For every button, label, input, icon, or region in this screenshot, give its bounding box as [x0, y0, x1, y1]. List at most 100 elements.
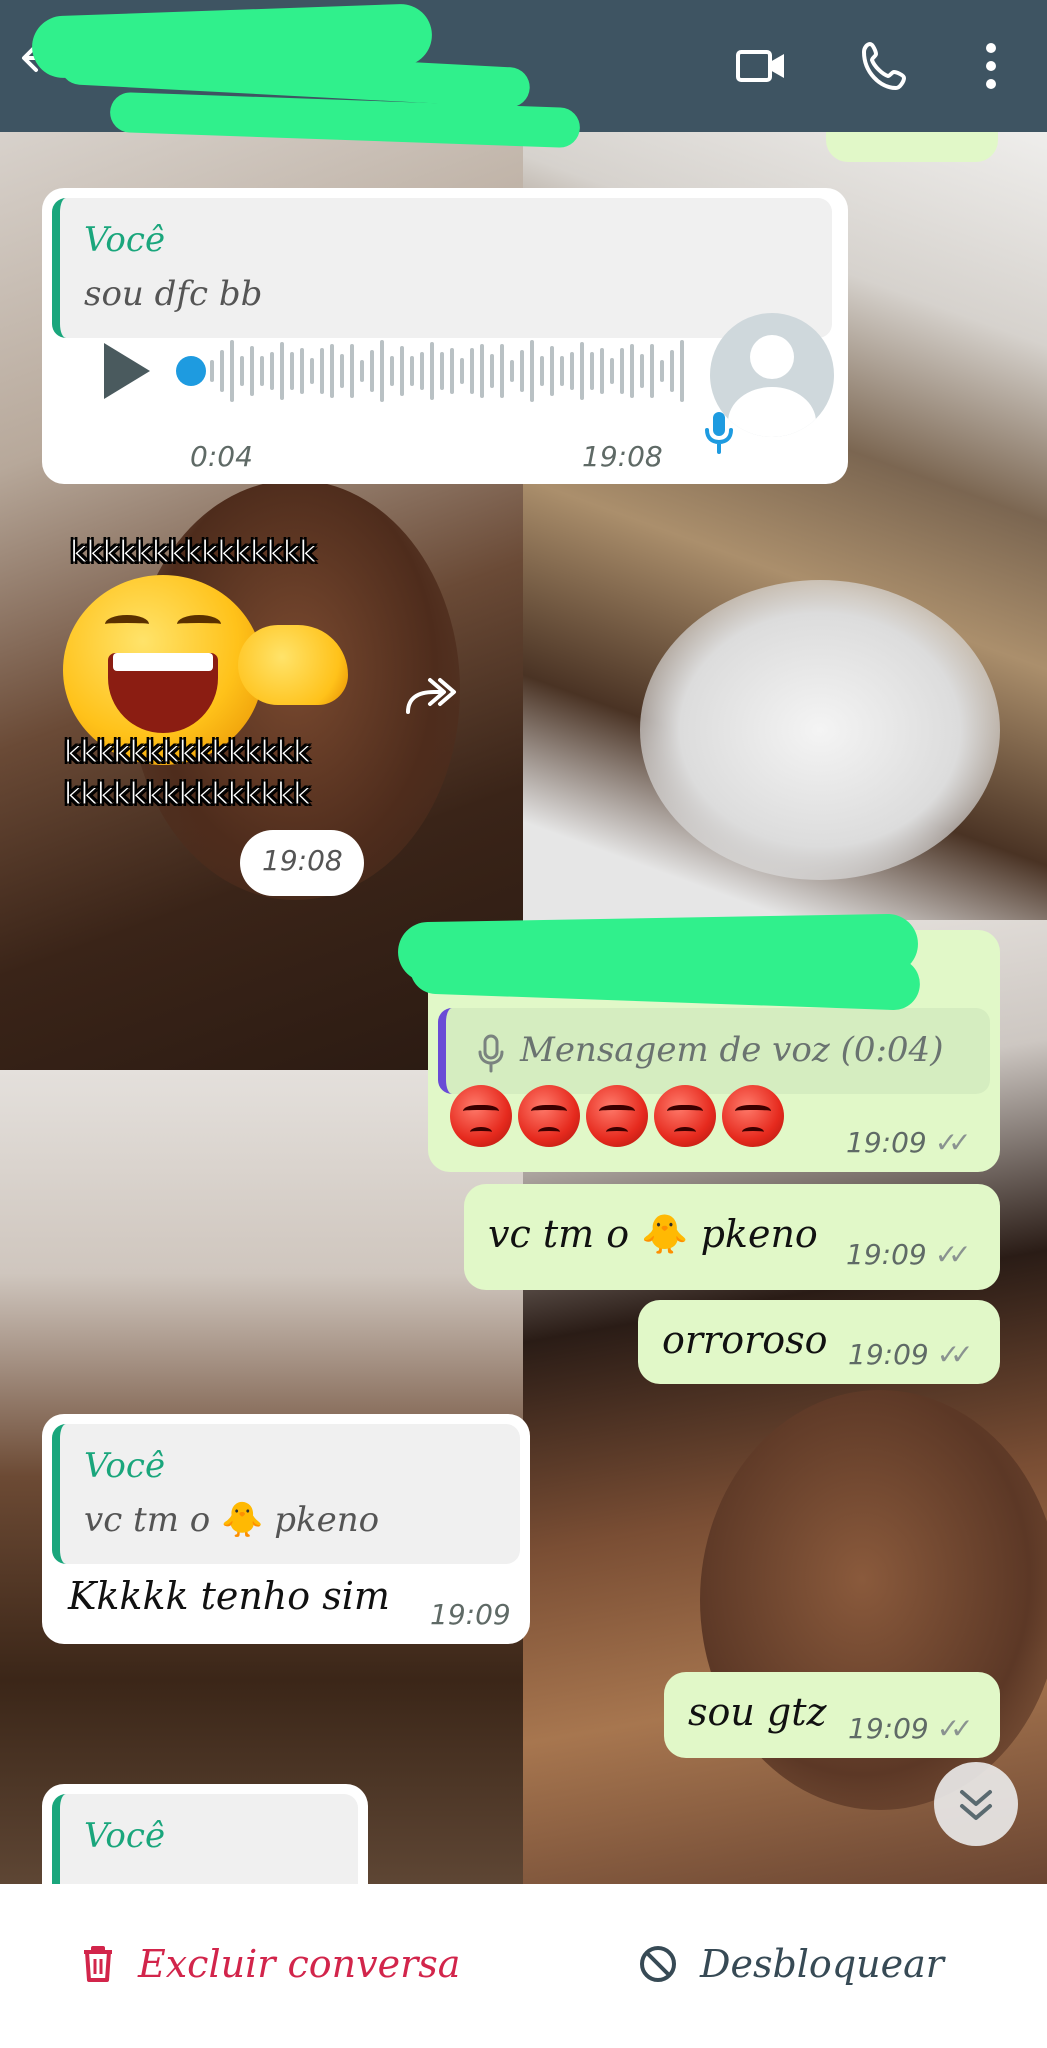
play-icon[interactable] [104, 343, 150, 399]
message-time-text: 19:09 [846, 1126, 927, 1159]
quote-text-part: pkeno [274, 1500, 380, 1540]
waveform-bar [250, 346, 254, 396]
message-bubble-outgoing[interactable]: vc tm o 🐥 pkeno 19:09 ✓✓ [464, 1184, 1000, 1290]
phone-call-icon[interactable] [858, 38, 914, 94]
message-text-part: pkeno [700, 1212, 818, 1256]
waveform-bar [210, 360, 214, 382]
waveform-bar [470, 348, 474, 394]
sticker-text: kkkkkkkkkkkkkkk [64, 735, 312, 771]
delete-chat-button[interactable]: Excluir conversa [80, 1924, 460, 2004]
microphone-icon [476, 1030, 506, 1074]
double-chevron-down-icon [960, 1790, 992, 1820]
message-text: Kkkkk tenho sim [68, 1574, 390, 1618]
message-bubble-outgoing[interactable]: sou gtz 19:09 ✓✓ [664, 1672, 1000, 1758]
waveform-bar [290, 352, 294, 390]
waveform-bar [370, 350, 374, 392]
waveform-bar [400, 346, 404, 396]
quote-author: Você [84, 1446, 166, 1486]
waveform-bar [240, 356, 244, 386]
message-bubble-incoming[interactable]: Você vc tm o 🐥 pkeno Kkkkk tenho sim 19:… [42, 1414, 530, 1644]
more-options-icon[interactable] [966, 38, 1016, 94]
message-time: 19:09 ✓✓ [848, 1712, 974, 1745]
chick-icon: 🐥 [641, 1212, 689, 1256]
waveform-bar [350, 344, 354, 398]
waveform-bar [270, 352, 274, 390]
waveform-bar [600, 348, 604, 394]
message-time-text: 19:09 [848, 1712, 929, 1745]
read-receipt-icon: ✓✓ [934, 1126, 972, 1159]
angry-face-icon [518, 1085, 580, 1147]
waveform-bar [490, 354, 494, 388]
chat-header [0, 0, 1047, 149]
video-call-icon[interactable] [734, 38, 790, 94]
message-bubble-incoming[interactable]: Você sou dfc bb 0:04 19:08 [42, 188, 848, 484]
waveform-bar [680, 340, 684, 402]
waveform-bar [480, 344, 484, 398]
sticker-text: kkkkkkkkkkkkkkk [70, 535, 318, 571]
quote-text: Mensagem de voz (0:04) [520, 1030, 944, 1070]
message-bubble-outgoing[interactable]: orroroso 19:09 ✓✓ [638, 1300, 1000, 1384]
message-time: 19:09 ✓✓ [848, 1338, 974, 1371]
quoted-message[interactable]: Você [52, 1794, 358, 1884]
quoted-message[interactable]: Você vc tm o 🐥 pkeno [52, 1424, 520, 1564]
message-bubble-incoming-partial[interactable]: Você [42, 1784, 368, 1884]
quote-text-part: vc tm o [84, 1500, 211, 1540]
waveform-bar [570, 352, 574, 390]
pointing-hand-icon [238, 625, 348, 705]
avatar-placeholder-head [750, 335, 794, 379]
waveform-bar [520, 350, 524, 392]
unblock-button[interactable]: Desbloquear [638, 1924, 944, 2004]
waveform-bar [220, 350, 224, 392]
waveform-bar [430, 342, 434, 400]
voice-progress-handle[interactable] [176, 356, 206, 386]
block-icon [640, 1946, 676, 1982]
angry-face-icon [586, 1085, 648, 1147]
message-time: 19:09 [430, 1598, 511, 1631]
quote-author: Você [84, 1816, 166, 1856]
blocked-contact-actions: Excluir conversa Desbloquear [0, 1884, 1047, 2048]
sticker-time: 19:08 [240, 830, 364, 896]
waveform-bar [310, 358, 314, 384]
waveform-bar [590, 352, 594, 390]
scroll-to-bottom-button[interactable] [934, 1762, 1018, 1846]
waveform-bar [390, 356, 394, 386]
waveform-bar [260, 356, 264, 386]
chick-icon: 🐥 [221, 1500, 264, 1540]
waveform-bar [420, 352, 424, 390]
emoji-eye [105, 615, 149, 633]
message-text: orroroso [662, 1318, 828, 1362]
unblock-label: Desbloquear [700, 1942, 944, 1986]
message-text: vc tm o 🐥 pkeno [488, 1212, 818, 1257]
read-receipt-icon: ✓✓ [936, 1338, 974, 1371]
message-time: 19:09 ✓✓ [846, 1126, 972, 1159]
message-time: 19:09 ✓✓ [846, 1238, 972, 1271]
trash-icon [84, 1946, 112, 1982]
waveform-bar [360, 360, 364, 382]
angry-face-icon [654, 1085, 716, 1147]
read-receipt-icon: ✓✓ [936, 1712, 974, 1745]
message-time: 19:08 [262, 844, 343, 877]
waveform-bar [540, 356, 544, 386]
waveform-bar [650, 344, 654, 398]
quoted-message[interactable]: Mensagem de voz (0:04) [438, 1008, 990, 1094]
waveform-bar [550, 346, 554, 396]
waveform-bar [340, 354, 344, 388]
waveform-bar [580, 342, 584, 400]
waveform-bar [450, 348, 454, 394]
avatar-placeholder-body [728, 387, 816, 437]
laughing-sticker[interactable]: kkkkkkkkkkkkkkk kkkkkkkkkkkkkkk kkkkkkkk… [58, 535, 378, 815]
message-text: sou gtz [688, 1690, 827, 1734]
voice-waveform[interactable] [210, 338, 690, 404]
angry-face-icon [450, 1085, 512, 1147]
read-receipt-icon: ✓✓ [934, 1238, 972, 1271]
waveform-bar [630, 344, 634, 398]
message-time-text: 19:09 [846, 1238, 927, 1271]
emoji-teeth [113, 653, 213, 671]
waveform-bar [510, 360, 514, 382]
forward-icon[interactable] [400, 672, 460, 722]
waveform-bar [460, 358, 464, 384]
quote-author: Você [84, 220, 166, 260]
emoji-eye [177, 615, 221, 633]
quoted-message[interactable]: Você sou dfc bb [52, 198, 832, 338]
sticker-text: kkkkkkkkkkkkkkk [64, 777, 312, 813]
